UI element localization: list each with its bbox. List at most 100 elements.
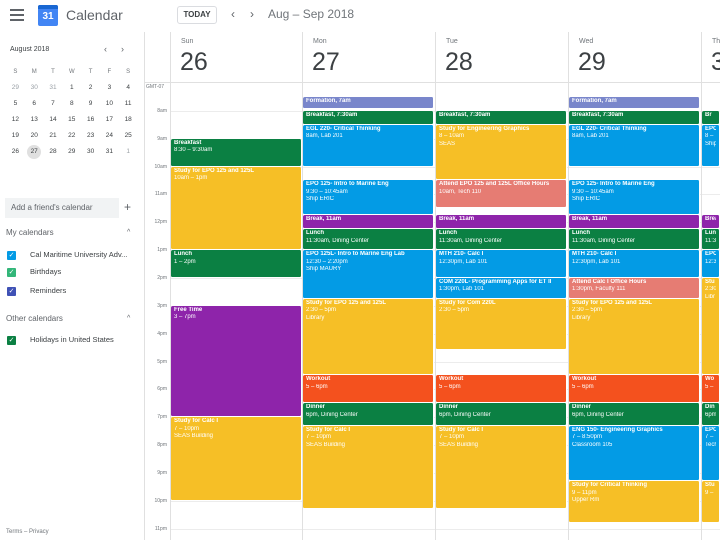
mini-day[interactable]: 2 [81,80,100,96]
calendar-event[interactable]: Lunch 11:30am, Dining Center [436,229,567,251]
mini-day[interactable]: 26 [6,144,25,160]
checkbox-icon[interactable]: ✓ [7,267,16,277]
calendar-event[interactable]: Din 6pm [702,403,720,426]
mini-day[interactable]: 15 [62,112,81,128]
calendar-event[interactable]: Free Time 3 – 7pm [171,305,302,418]
calendar-item-cal-maritime[interactable]: ✓ Cal Maritime University Adv... [7,249,127,261]
calendar-event[interactable]: Brea [702,215,720,230]
calendar-event[interactable]: COM 220L- Programming Apps for ET II 1:30… [436,277,567,299]
day-header[interactable]: Mon 27 [302,32,434,82]
other-calendars-chevron-icon[interactable]: ^ [127,315,130,322]
mini-next-month-icon[interactable]: › [121,44,124,54]
mini-day[interactable]: 12 [6,112,25,128]
mini-day[interactable]: 8 [62,96,81,112]
mini-day[interactable]: 5 [6,96,25,112]
calendar-event[interactable]: Study for Calc I7 – 10pm SEAS Building [171,417,302,501]
mini-day[interactable]: 4 [119,80,138,96]
calendar-event[interactable]: Dinner 6pm, Dining Center [569,403,700,426]
calendar-event[interactable]: Study for Calc I7 – 10pm SEAS Building [303,425,434,510]
calendar-event[interactable]: Wo 5 – [702,375,720,404]
day-number[interactable]: 29 [578,48,606,77]
calendar-item-holidays[interactable]: ✓ Holidays in United States [7,334,114,346]
mini-day[interactable]: 13 [25,112,44,128]
my-calendars-heading[interactable]: My calendars [6,228,54,237]
mini-day[interactable]: 27 [27,145,42,159]
calendar-event[interactable]: Lunch 11:30am, Dining Center [303,229,434,251]
calendar-event[interactable]: EPO 125- Intro to Marine Eng 9:30 – 10:45… [569,180,700,216]
day-header[interactable]: Sun 26 [170,32,302,82]
calendar-event[interactable]: Study for Engineering Graphics 8 – 10am SE… [436,124,567,181]
mini-day[interactable]: 17 [100,112,119,128]
calendar-event[interactable]: EGL 220- Critical Thinking 8am, Lab 201 [303,124,434,167]
calendar-event[interactable]: Break, 11am [436,215,567,230]
calendar-event[interactable]: Dinner 6pm, Dining Center [436,403,567,426]
mini-day[interactable]: 30 [81,144,100,160]
mini-day[interactable]: 25 [119,128,138,144]
day-number[interactable]: 26 [180,48,208,77]
calendar-event[interactable]: Break, 11am [569,215,700,230]
calendar-event[interactable]: EPO12:3 [702,250,720,278]
calendar-event[interactable]: Lunch 11:30am, Dining Center [569,229,700,251]
calendar-event[interactable]: EGL 220- Critical Thinking 8am, Lab 201 [569,124,700,167]
mini-day[interactable]: 30 [25,80,44,96]
calendar-event[interactable]: EPO 125L- Intro to Marine Eng Lab 12:30 –… [303,250,434,299]
day-header[interactable]: Wed 29 [568,32,700,82]
mini-day[interactable]: 31 [44,80,63,96]
next-period-icon[interactable]: › [245,7,259,21]
mini-day[interactable]: 7 [44,96,63,112]
calendar-event[interactable]: ENG 150- Engineering Graphics 7 – 8:50pm C… [569,425,700,482]
mini-day[interactable]: 31 [100,144,119,160]
calendar-event[interactable]: Breakfast 8:30 – 9:30am [171,138,302,167]
mini-day[interactable]: 19 [6,128,25,144]
calendar-event[interactable]: Study for EPO 125 and 125L 2:30 – 5pm Libr… [569,298,700,376]
calendar-event[interactable]: Lun 11:3 [702,229,720,251]
mini-day[interactable]: 16 [81,112,100,128]
calendar-event[interactable]: EPO8 –Ship [702,124,720,167]
calendar-event[interactable]: MTH 210- Calc I 12:30pm, Lab 101 [436,250,567,278]
calendar-event[interactable]: EPO7 –Tech [702,425,720,482]
calendar-event[interactable]: Dinner 6pm, Dining Center [303,403,434,426]
day-number[interactable]: 3 [711,48,720,77]
mini-day[interactable]: 23 [81,128,100,144]
calendar-event[interactable]: Attend Calc I Office Hours 1:30pm, Facult… [569,277,700,299]
day-header[interactable]: Thu 3 [701,32,720,82]
calendar-event[interactable]: Study for EPO 125 and 125L 10am – 1pm [171,166,302,251]
mini-day[interactable]: 10 [100,96,119,112]
calendar-event[interactable]: Breakfast, 7:30am [303,110,434,125]
today-button[interactable]: TODAY [177,6,217,24]
mini-day[interactable]: 20 [25,128,44,144]
mini-day[interactable]: 29 [62,144,81,160]
mini-day[interactable]: 28 [44,144,63,160]
calendar-event[interactable]: Workout 5 – 6pm [569,375,700,404]
add-friend-calendar-input[interactable]: Add a friend's calendar [5,198,119,218]
calendar-event[interactable]: Lunch 1 – 2pm [171,250,302,278]
calendar-event[interactable]: Attend EPO 125 and 125L Office Hours 10am… [436,180,567,209]
add-calendar-icon[interactable]: + [124,198,131,216]
main-menu-icon[interactable] [8,6,26,24]
calendar-event[interactable]: Stu 9 – [702,481,720,524]
calendar-event[interactable]: Workout 5 – 6pm [436,375,567,404]
calendar-event[interactable]: Breakfast, 7:30am [436,110,567,125]
previous-period-icon[interactable]: ‹ [226,7,240,21]
calendar-event[interactable]: Br [702,110,720,125]
mini-day[interactable]: 21 [44,128,63,144]
calendar-event[interactable]: Workout 5 – 6pm [303,375,434,404]
calendar-event[interactable]: Study for EPO 125 and 125L 2:30 – 5pm Libr… [303,298,434,376]
calendar-event[interactable]: Study for Calc I7 – 10pm SEAS Building [436,425,567,510]
calendar-event[interactable]: Formation, 7am [303,96,434,110]
calendar-event[interactable]: Breakfast, 7:30am [569,110,700,125]
mini-day[interactable]: 1 [119,144,138,160]
mini-prev-month-icon[interactable]: ‹ [104,44,107,54]
calendar-event[interactable]: Break, 11am [303,215,434,230]
mini-day[interactable]: 11 [119,96,138,112]
mini-day[interactable]: 29 [6,80,25,96]
calendar-event[interactable]: MTH 210- Calc I 12:30pm, Lab 101 [569,250,700,278]
checkbox-icon[interactable]: ✓ [7,335,16,345]
calendar-event[interactable]: Formation, 7am [569,96,700,110]
other-calendars-heading[interactable]: Other calendars [6,314,63,323]
mini-day[interactable]: 24 [100,128,119,144]
checkbox-icon[interactable]: ✓ [7,250,16,260]
mini-day[interactable]: 3 [100,80,119,96]
calendar-event[interactable]: Study for Critical Thinking 9 – 11pm Upper… [569,481,700,524]
my-calendars-chevron-icon[interactable]: ^ [127,229,130,236]
